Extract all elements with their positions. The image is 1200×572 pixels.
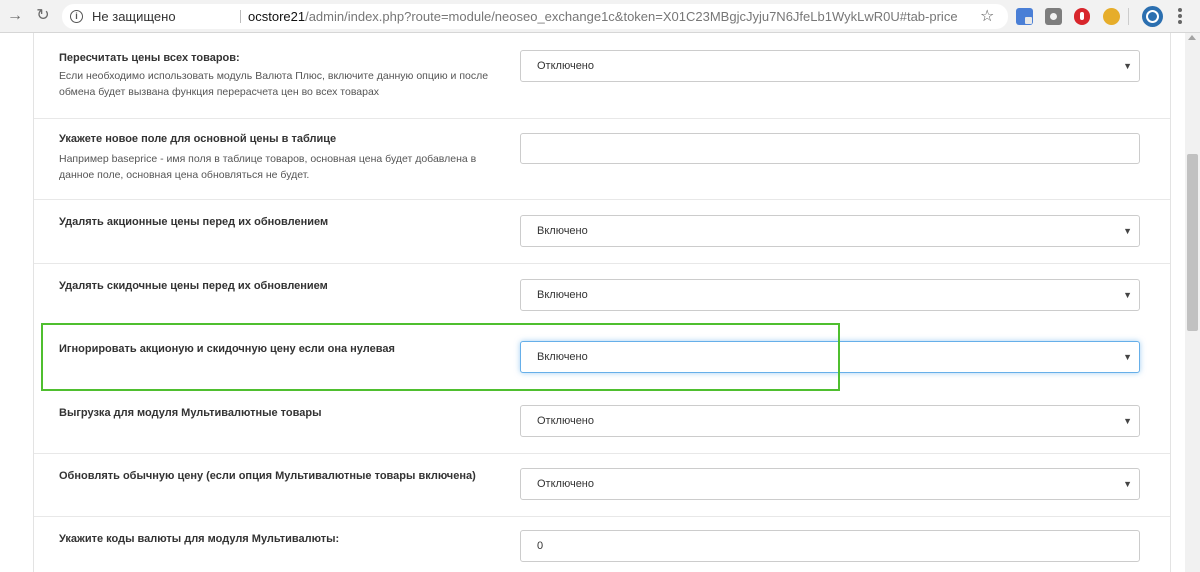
- setting-label: Пересчитать цены всех товаров:: [59, 52, 240, 64]
- address-divider: [240, 10, 241, 23]
- security-label[interactable]: Не защищено: [92, 4, 176, 29]
- setting-label: Выгрузка для модуля Мультивалютные товар…: [59, 407, 322, 419]
- setting-row-base-price-field: Укажете новое поле для основной цены в т…: [34, 119, 1170, 199]
- setting-row-delete-discount-prices: Удалять скидочные цены перед их обновлен…: [34, 264, 1170, 327]
- bookmark-star-icon[interactable]: ☆: [980, 4, 994, 29]
- url-path: /admin/index.php?route=module/neoseo_exc…: [305, 9, 958, 24]
- select-value: Включено: [537, 225, 588, 237]
- chevron-down-icon: ▼: [1123, 479, 1132, 489]
- url-host: ocstore21: [248, 9, 306, 24]
- chevron-down-icon: ▼: [1123, 61, 1132, 71]
- multicurrency-export-select[interactable]: Отключено ▼: [520, 405, 1140, 437]
- select-value: Отключено: [537, 478, 594, 490]
- shield-icon[interactable]: [1074, 8, 1090, 25]
- chevron-down-icon: ▼: [1123, 290, 1132, 300]
- recalc-prices-select[interactable]: Отключено ▼: [520, 50, 1140, 82]
- panel-right-border: [1170, 33, 1171, 572]
- currency-codes-input[interactable]: 0: [520, 530, 1140, 562]
- setting-row-delete-special-prices: Удалять акционные цены перед их обновлен…: [34, 200, 1170, 263]
- setting-label: Удалять скидочные цены перед их обновлен…: [59, 280, 328, 292]
- info-icon[interactable]: i: [70, 10, 83, 23]
- highlight-box: [41, 323, 840, 391]
- input-value: 0: [537, 540, 544, 552]
- update-regular-price-select[interactable]: Отключено ▼: [520, 468, 1140, 500]
- chevron-down-icon: ▼: [1123, 416, 1132, 426]
- setting-row-update-regular-price: Обновлять обычную цену (если опция Мульт…: [34, 454, 1170, 517]
- base-price-field-input[interactable]: [520, 133, 1140, 164]
- forward-arrow-icon[interactable]: →: [4, 5, 26, 27]
- setting-help: Например baseprice - имя поля в таблице …: [59, 153, 477, 181]
- camera-icon[interactable]: [1045, 8, 1062, 25]
- toolbar-divider: [1128, 8, 1129, 25]
- select-value: Отключено: [537, 415, 594, 427]
- setting-label: Обновлять обычную цену (если опция Мульт…: [59, 470, 476, 482]
- setting-row-currency-codes: Укажите коды валюты для модуля Мультивал…: [34, 517, 1170, 572]
- settings-page: Пересчитать цены всех товаров: Если необ…: [0, 33, 1185, 572]
- chevron-down-icon: ▼: [1123, 226, 1132, 236]
- setting-label: Укажете новое поле для основной цены в т…: [59, 133, 337, 145]
- translate-icon[interactable]: [1016, 8, 1033, 25]
- address-bar[interactable]: i Не защищено ocstore21/admin/index.php?…: [62, 4, 1008, 29]
- delete-special-prices-select[interactable]: Включено ▼: [520, 215, 1140, 247]
- vpn-icon[interactable]: [1103, 8, 1120, 25]
- setting-label: Укажите коды валюты для модуля Мультивал…: [59, 533, 340, 545]
- delete-discount-prices-select[interactable]: Включено ▼: [520, 279, 1140, 311]
- more-menu-icon[interactable]: [1172, 5, 1188, 27]
- reload-icon[interactable]: ↻: [32, 5, 54, 27]
- profile-avatar-icon[interactable]: [1142, 6, 1163, 27]
- setting-row-recalc-prices: Пересчитать цены всех товаров: Если необ…: [34, 33, 1170, 107]
- select-value: Отключено: [537, 60, 594, 72]
- browser-toolbar: → ↻ i Не защищено ocstore21/admin/index.…: [0, 0, 1200, 33]
- select-value: Включено: [537, 289, 588, 301]
- setting-help: Если необходимо использовать модуль Валю…: [59, 70, 489, 98]
- scrollbar-thumb[interactable]: [1187, 154, 1198, 331]
- setting-row-multicurrency-export: Выгрузка для модуля Мультивалютные товар…: [34, 391, 1170, 454]
- scroll-up-arrow-icon[interactable]: [1188, 35, 1196, 40]
- url-text[interactable]: ocstore21/admin/index.php?route=module/n…: [248, 4, 958, 29]
- chevron-down-icon: ▼: [1123, 352, 1132, 362]
- page-scrollbar[interactable]: [1185, 33, 1200, 572]
- setting-label: Удалять акционные цены перед их обновлен…: [59, 216, 329, 228]
